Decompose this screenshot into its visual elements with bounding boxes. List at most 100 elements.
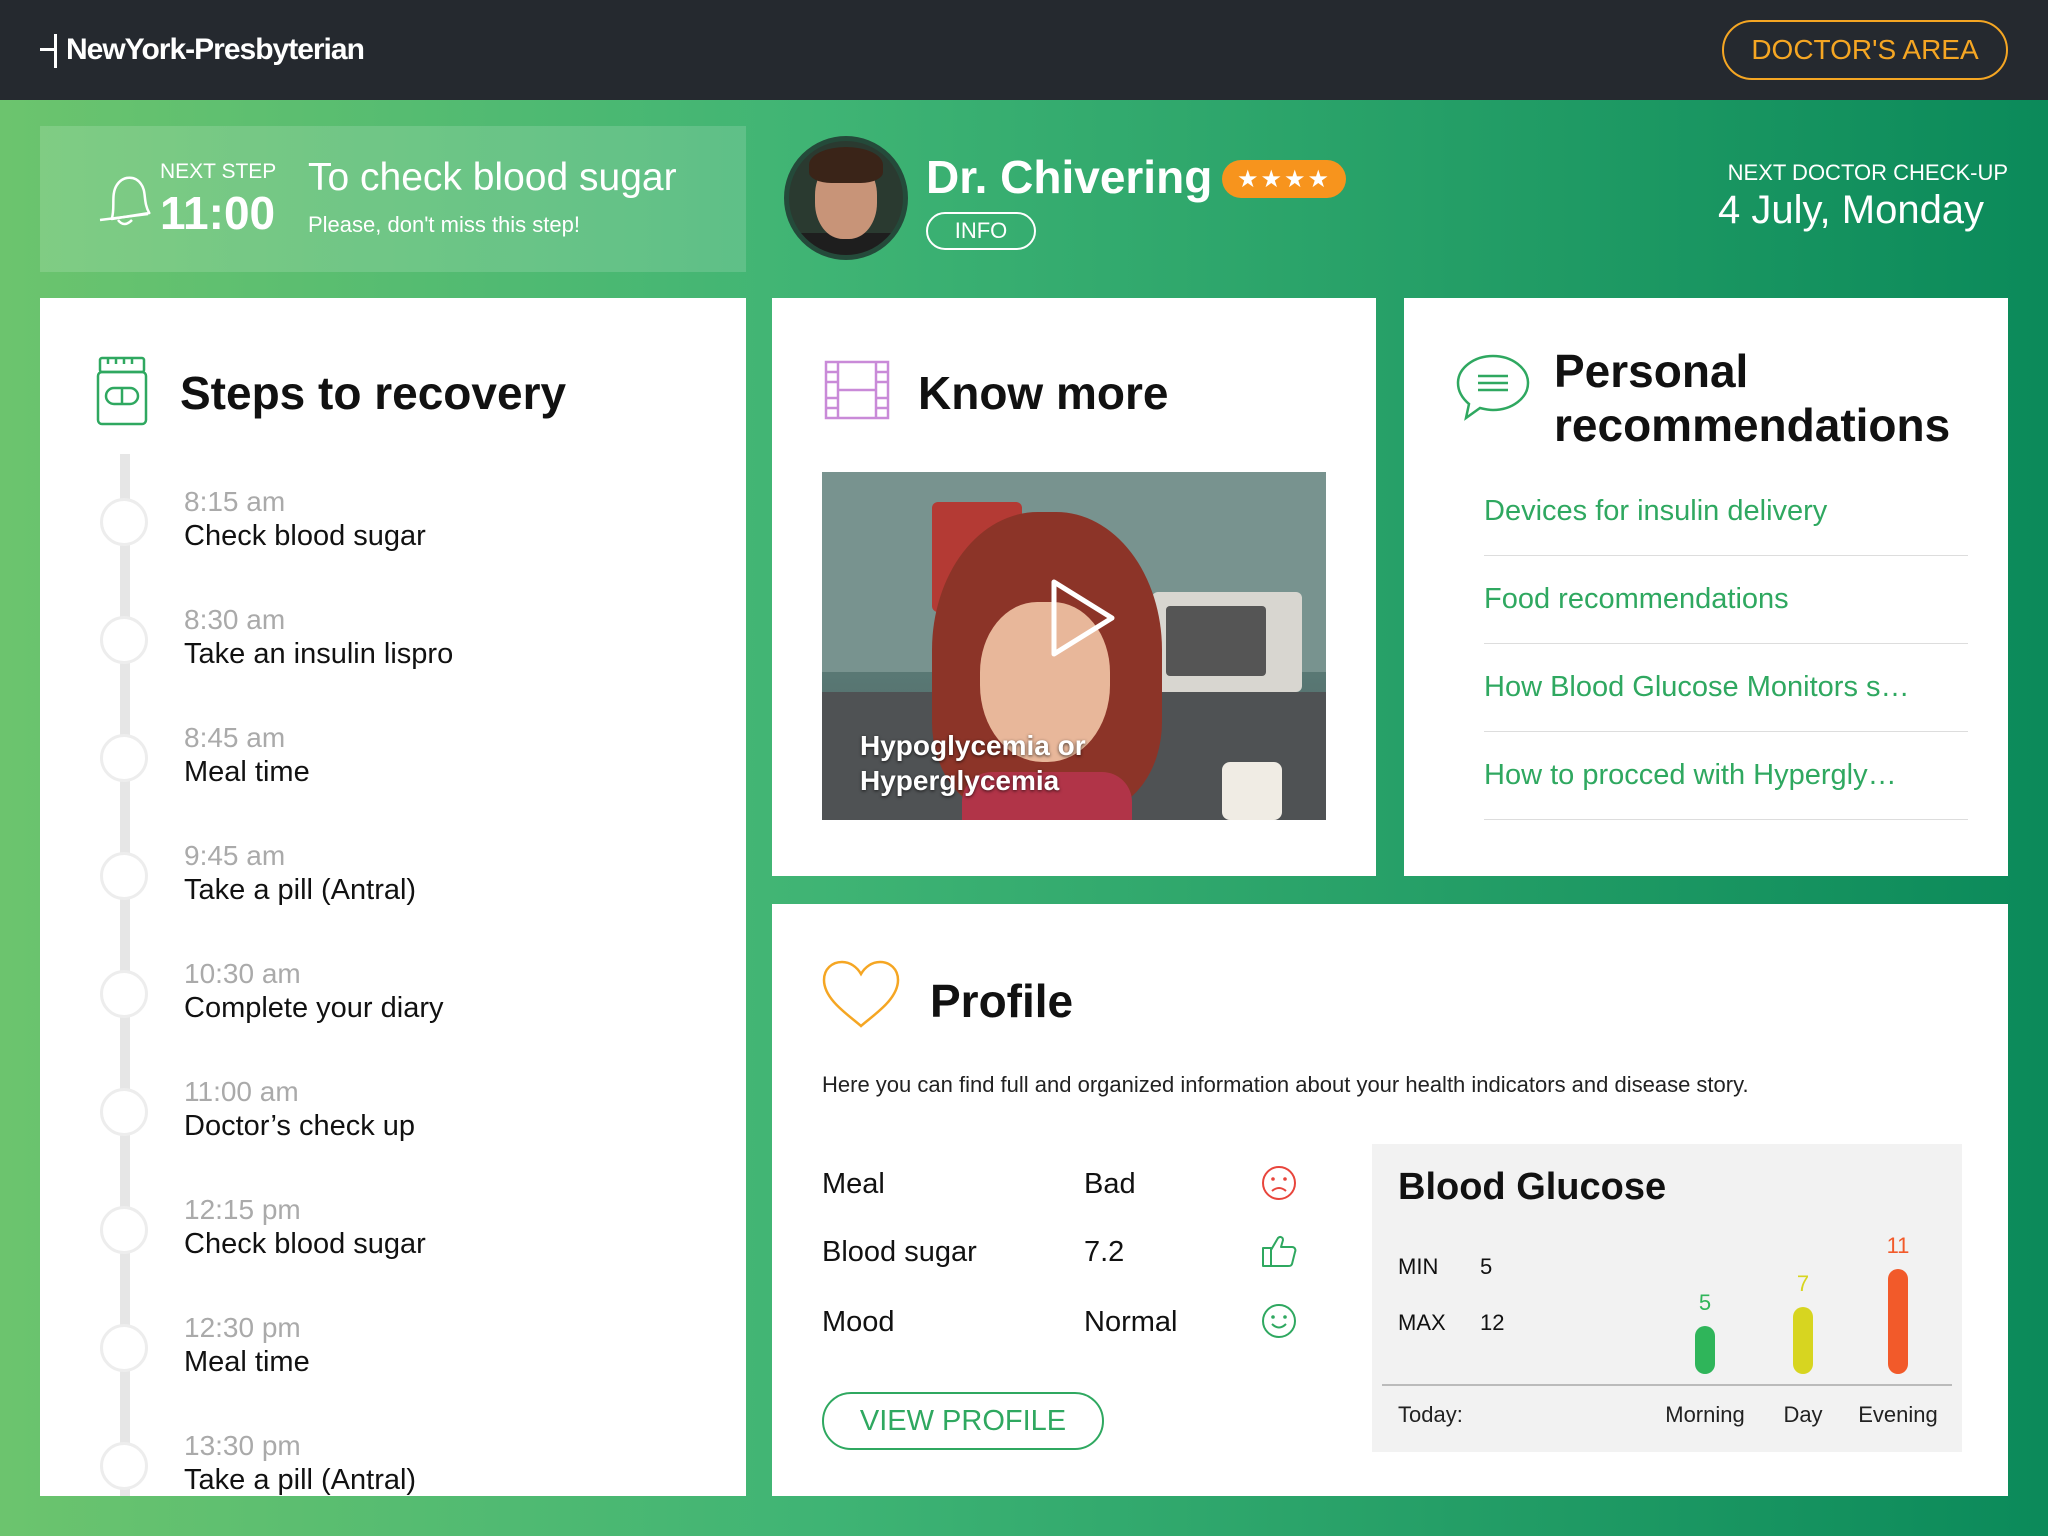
logo-mark-icon	[40, 30, 60, 70]
video-scene-microwave	[1152, 592, 1302, 692]
step-item[interactable]: 8:15 am Check blood sugar	[40, 472, 746, 582]
step-item[interactable]: 10:30 am Complete your diary	[40, 944, 746, 1054]
bell-icon	[99, 176, 151, 226]
glucose-bar-value: 11	[1886, 1233, 1910, 1258]
step-time: 13:30 pm	[184, 1430, 301, 1461]
glucose-bar-evening	[1888, 1269, 1908, 1374]
profile-row-label: Mood	[822, 1306, 895, 1338]
play-icon[interactable]	[1048, 578, 1118, 658]
avatar-hair	[809, 147, 883, 183]
step-text: Complete your diary	[184, 992, 444, 1024]
top-bar: NewYork-Presbyterian DOCTOR'S AREA	[0, 0, 2048, 100]
step-item[interactable]: 9:45 am Take a pill (Antral)	[40, 826, 746, 936]
profile-title: Profile	[930, 975, 1074, 1027]
step-dot	[100, 1206, 148, 1254]
blood-glucose-panel: Blood Glucose MIN 5 MAX 12 Today: 5 Morn…	[1372, 1144, 1962, 1452]
step-dot	[100, 1088, 148, 1136]
next-step-banner[interactable]: NEXT STEP 11:00 To check blood sugar Ple…	[40, 126, 746, 272]
doctor-info-button[interactable]: INFO	[926, 212, 1036, 250]
glucose-bar-label: Morning	[1665, 1402, 1745, 1427]
glucose-bar-value: 5	[1698, 1290, 1712, 1315]
know-more-title: Know more	[918, 367, 1169, 419]
sad-face-icon	[1262, 1166, 1296, 1200]
step-dot	[100, 498, 148, 546]
next-step-time: 11:00	[160, 187, 276, 239]
step-time: 9:45 am	[184, 840, 286, 871]
step-dot	[100, 1442, 148, 1490]
glucose-max-label: MAX	[1398, 1310, 1446, 1335]
step-time: 10:30 am	[184, 958, 301, 989]
step-time: 8:45 am	[184, 722, 286, 753]
step-time: 12:15 pm	[184, 1194, 301, 1225]
profile-row-mood: Mood Normal	[822, 1304, 1296, 1346]
chat-bubble-icon	[1456, 354, 1530, 421]
step-dot	[100, 1324, 148, 1372]
profile-row-value: 7.2	[1084, 1236, 1125, 1268]
step-dot	[100, 970, 148, 1018]
next-step-label: NEXT STEP	[160, 160, 277, 183]
step-item[interactable]: 8:45 am Meal time	[40, 708, 746, 818]
recommendation-link[interactable]: How Blood Glucose Monitors s…	[1484, 644, 1968, 732]
step-text: Doctor’s check up	[184, 1110, 416, 1142]
step-time: 11:00 am	[184, 1076, 299, 1107]
profile-row-label: Blood sugar	[822, 1236, 977, 1268]
thumbs-up-icon	[1262, 1235, 1297, 1267]
step-text: Check blood sugar	[184, 1228, 426, 1260]
recommendation-link[interactable]: Food recommendations	[1484, 556, 1968, 644]
step-text: Meal time	[184, 756, 310, 788]
smile-face-icon	[1262, 1304, 1296, 1338]
glucose-min-label: MIN	[1398, 1254, 1439, 1279]
step-item[interactable]: 11:00 am Doctor’s check up	[40, 1062, 746, 1172]
step-time: 12:30 pm	[184, 1312, 301, 1343]
glucose-bar-label: Evening	[1858, 1402, 1938, 1427]
glucose-baseline	[1382, 1384, 1952, 1386]
profile-row-value: Normal	[1084, 1306, 1178, 1338]
glucose-today-label: Today:	[1398, 1402, 1463, 1427]
next-step-title: To check blood sugar	[308, 156, 677, 199]
profile-row-blood-sugar: Blood sugar 7.2	[822, 1235, 1297, 1276]
step-item[interactable]: 8:30 am Take an insulin lispro	[40, 590, 746, 700]
profile-row-label: Meal	[822, 1168, 885, 1200]
step-time: 8:15 am	[184, 486, 286, 517]
video-title: Hypoglycemia or Hyperglycemia	[860, 730, 1086, 796]
video-player[interactable]: Hypoglycemia or Hyperglycemia	[822, 472, 1326, 820]
doctors-area-button[interactable]: DOCTOR'S AREA	[1722, 20, 2008, 80]
logo[interactable]: NewYork-Presbyterian	[40, 28, 365, 72]
profile-row-meal: Meal Bad	[822, 1166, 1296, 1208]
recommendation-link[interactable]: How to procced with Hypergly…	[1484, 732, 1968, 820]
step-dot	[100, 734, 148, 782]
step-text: Meal time	[184, 1346, 310, 1378]
step-item[interactable]: 12:30 pm Meal time	[40, 1298, 746, 1408]
step-item[interactable]: 13:30 pm Take a pill (Antral)	[40, 1416, 746, 1496]
profile-row-value: Bad	[1084, 1168, 1136, 1200]
step-dot	[100, 852, 148, 900]
glucose-bar-label: Day	[1783, 1402, 1823, 1427]
recommendations-title: Personal recommendations	[1554, 345, 1951, 451]
glucose-bar-morning	[1695, 1326, 1715, 1374]
glucose-max-value: 12	[1480, 1310, 1505, 1335]
step-dot	[100, 616, 148, 664]
next-step-subtitle: Please, don't miss this step!	[308, 212, 580, 237]
doctor-rating-badge: ★★★★	[1222, 160, 1346, 198]
logo-text: NewYork-Presbyterian	[66, 33, 365, 66]
heart-icon	[822, 960, 900, 1028]
next-checkup-label: NEXT DOCTOR CHECK-UP	[1727, 160, 2008, 185]
step-text: Take an insulin lispro	[184, 638, 454, 670]
doctor-name[interactable]: Dr. Chivering	[926, 150, 1212, 204]
glucose-min-value: 5	[1480, 1254, 1493, 1279]
profile-card: Profile Here you can find full and organ…	[772, 904, 2008, 1496]
steps-title: Steps to recovery	[180, 367, 567, 419]
step-text: Check blood sugar	[184, 520, 426, 552]
glucose-bar-day	[1793, 1307, 1813, 1374]
know-more-card: Know more Hypoglycemia or Hyperglycemia	[772, 298, 1376, 876]
recommendation-link[interactable]: Devices for insulin delivery	[1484, 468, 1968, 556]
blood-glucose-title: Blood Glucose	[1398, 1166, 1667, 1208]
doctor-avatar[interactable]	[784, 136, 908, 260]
step-text: Take a pill (Antral)	[184, 1464, 417, 1496]
view-profile-button[interactable]: VIEW PROFILE	[822, 1392, 1104, 1450]
step-item[interactable]: 12:15 pm Check blood sugar	[40, 1180, 746, 1290]
step-text: Take a pill (Antral)	[184, 874, 417, 906]
steps-card: Steps to recovery 8:15 am Check blood su…	[40, 298, 746, 1496]
step-time: 8:30 am	[184, 604, 286, 635]
video-scene-mug	[1222, 762, 1282, 820]
